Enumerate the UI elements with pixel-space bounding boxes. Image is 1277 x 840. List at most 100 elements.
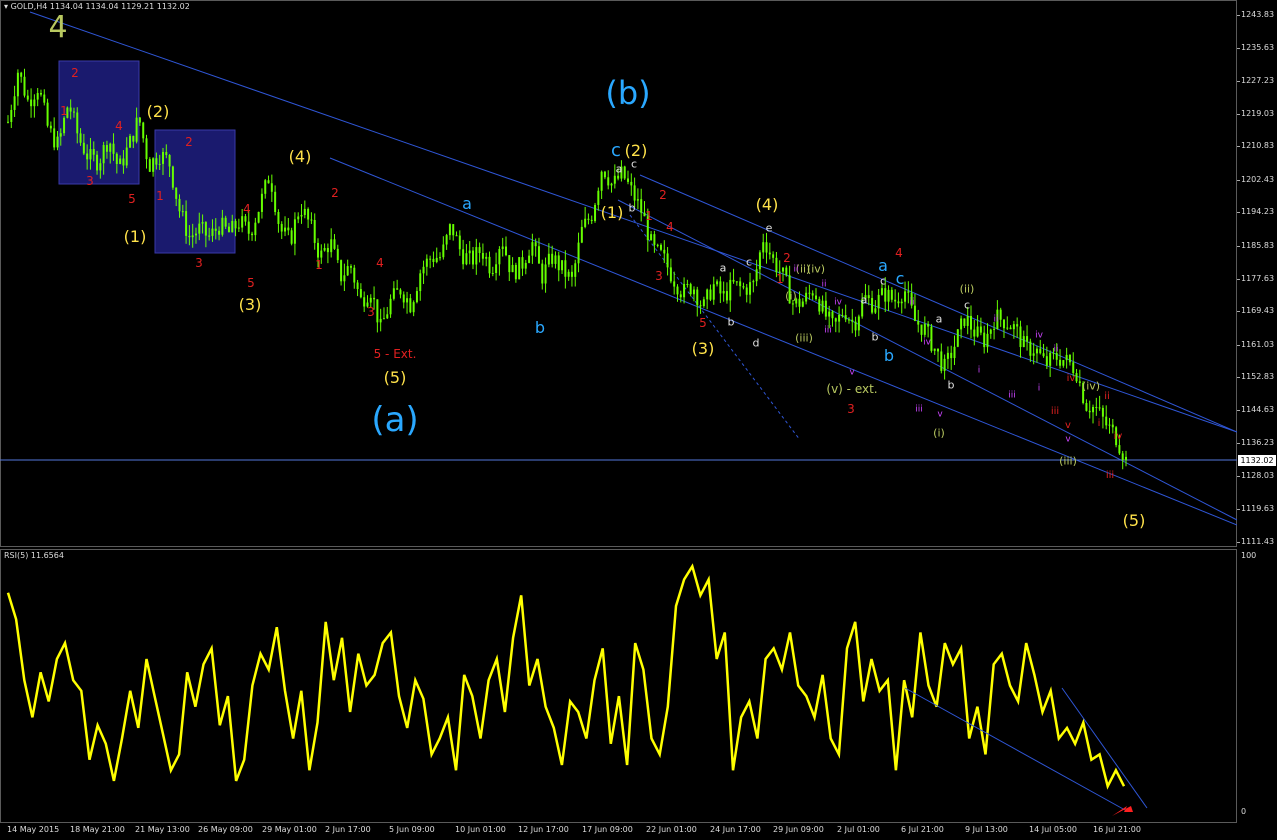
wave-label: a <box>462 194 472 213</box>
wave-label: b <box>947 378 955 392</box>
wave-label: v <box>1065 434 1071 445</box>
wave-label: b <box>628 201 636 215</box>
price-axis-tick <box>1237 47 1240 49</box>
wave-label: 1 <box>645 209 653 223</box>
wave-label: a <box>878 256 888 275</box>
rsi-axis-label: 0 <box>1241 807 1247 816</box>
wave-label: ii <box>909 297 915 308</box>
wave-label: iii <box>1008 390 1016 401</box>
price-axis-tick <box>1237 311 1240 313</box>
wave-label: v <box>849 367 855 378</box>
wave-label: e <box>765 221 773 235</box>
wave-label: b <box>883 346 895 365</box>
wave-label: d <box>752 336 760 350</box>
wave-label: (5) <box>383 368 407 387</box>
wave-label: a <box>719 261 727 275</box>
price-axis-tick <box>1237 245 1240 247</box>
symbol-dropdown-icon[interactable]: ▾ <box>4 2 8 11</box>
wave-label: 4 <box>666 220 674 234</box>
wave-label: (a) <box>371 400 419 440</box>
price-axis-tick <box>1237 278 1240 280</box>
price-axis-tick <box>1237 179 1240 181</box>
wave-label: (v) - ext. <box>826 382 878 396</box>
wave-label: iii <box>1105 470 1115 481</box>
price-axis-label: 1235.63 <box>1241 42 1275 52</box>
wave-label: (2) <box>146 102 170 121</box>
rsi-chart-svg <box>6 563 1148 816</box>
wave-label: c <box>745 255 753 269</box>
wave-label: (ii) <box>959 282 975 296</box>
rsi-axis-label: 100 <box>1241 551 1257 560</box>
wave-label: iv <box>1113 431 1123 442</box>
price-axis-label: 1111.43 <box>1241 537 1275 546</box>
price-axis-tick <box>1237 377 1240 379</box>
wave-label: (iii) <box>1059 454 1077 468</box>
wave-label: i <box>977 365 981 376</box>
price-axis-label: 1161.03 <box>1241 339 1275 349</box>
wave-label: (5) <box>1122 511 1146 530</box>
wave-label: ii <box>821 279 827 290</box>
wave-label: ii <box>1104 391 1110 402</box>
wave-label: (4) <box>288 147 312 166</box>
wave-label: (i) <box>785 289 797 303</box>
wave-label: (i) <box>933 426 945 440</box>
wave-label: 5 - Ext. <box>373 347 417 361</box>
wave-label: 4 <box>243 202 251 216</box>
wave-label: 3 <box>195 256 203 270</box>
rsi-trendline <box>1061 687 1148 809</box>
price-axis-label: 1210.83 <box>1241 141 1275 151</box>
price-axis-label: 1194.23 <box>1241 207 1275 217</box>
price-axis-label: 1144.63 <box>1241 404 1275 414</box>
wave-label: iv <box>1066 373 1076 384</box>
wave-label: 2 <box>659 188 667 202</box>
wave-label: (iii) <box>795 331 813 345</box>
wave-label: 4 <box>376 256 384 270</box>
wave-label: c <box>630 157 638 171</box>
price-axis-label: 1202.43 <box>1241 174 1275 184</box>
wave-label: b <box>727 315 735 329</box>
chart-header: ▾ GOLD,H4 1134.04 1134.04 1129.21 1132.0… <box>4 2 190 11</box>
price-axis-label: 1227.23 <box>1241 76 1275 86</box>
wave-label: 1 <box>156 189 164 203</box>
price-axis-label: 1219.03 <box>1241 108 1275 118</box>
ohlc-readout: 1134.04 1134.04 1129.21 1132.02 <box>49 2 190 11</box>
wave-label: v <box>937 409 943 420</box>
wave-label: 3 <box>655 269 663 283</box>
wave-label: 2 <box>331 186 339 200</box>
wave-label: 2 <box>71 66 79 80</box>
wave-label: iii <box>1050 406 1060 417</box>
wave-label: c <box>963 298 971 312</box>
price-axis-label: 1185.83 <box>1241 240 1275 250</box>
symbol-label: GOLD,H4 <box>10 2 48 11</box>
wave-label: a <box>860 293 868 307</box>
wave-label: 4 <box>895 246 903 260</box>
wave-label: 4 <box>48 10 68 45</box>
wave-label: 1 <box>60 104 68 118</box>
current-price-tag: 1132.02 <box>1238 455 1276 467</box>
wave-label: 1 <box>776 272 784 286</box>
wave-label: iii <box>824 325 832 336</box>
price-axis-tick <box>1237 15 1240 16</box>
price-axis-tick <box>1237 509 1240 511</box>
wave-label: iv <box>1035 330 1043 341</box>
wave-label: c <box>879 274 887 288</box>
price-axis-tick <box>1237 146 1240 148</box>
wave-label: (1) <box>600 203 624 222</box>
price-axis-label: 1128.03 <box>1241 470 1275 480</box>
wave-label: iv <box>923 337 931 348</box>
price-axis-label: 1119.63 <box>1241 504 1275 514</box>
price-axis-label: 1243.83 <box>1241 10 1275 19</box>
wave-label: (3) <box>691 339 715 358</box>
price-axis-tick <box>1237 542 1240 543</box>
wave-label: i <box>1097 418 1101 429</box>
wave-label: 5 <box>247 276 255 290</box>
wave-label: b <box>871 330 879 344</box>
price-axis-label: 1152.83 <box>1241 372 1275 382</box>
wave-label: (b) <box>605 74 651 112</box>
wave-label: iv <box>834 297 842 308</box>
wave-label: 4 <box>115 119 123 133</box>
price-axis-tick <box>1237 81 1240 83</box>
wave-label: c <box>611 140 621 161</box>
wave-label: a <box>615 162 623 176</box>
price-axis-tick <box>1237 475 1240 477</box>
